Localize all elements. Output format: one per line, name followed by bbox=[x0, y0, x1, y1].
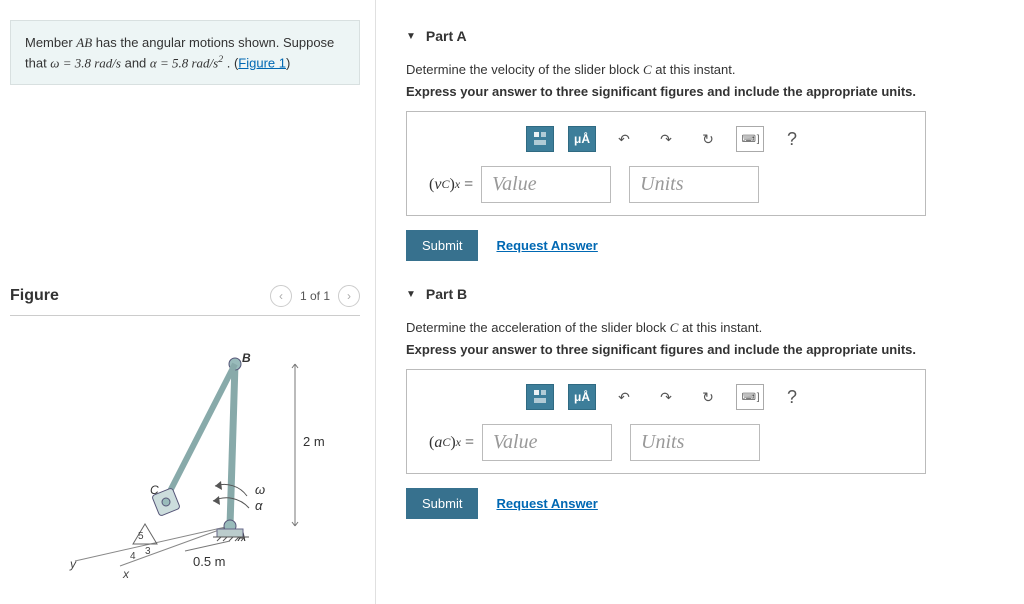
label-2m: 2 m bbox=[303, 434, 325, 449]
label-omega: ω bbox=[255, 482, 265, 497]
figure-nav-text: 1 of 1 bbox=[300, 289, 330, 303]
text: at this instant. bbox=[678, 320, 762, 335]
part-a-request-answer-link[interactable]: Request Answer bbox=[496, 238, 597, 253]
part-a-value-input[interactable]: Value bbox=[481, 166, 611, 203]
var-c: C bbox=[643, 62, 652, 77]
figure-image: y x 5 3 4 B A C bbox=[10, 336, 360, 586]
part-b-lhs: (aC)x = bbox=[421, 424, 482, 461]
undo-button[interactable]: ↶ bbox=[610, 384, 638, 410]
part-a: ▼ Part A Determine the velocity of the s… bbox=[406, 28, 1004, 261]
fraction-tool-button[interactable] bbox=[526, 384, 554, 410]
figure-title: Figure bbox=[10, 287, 59, 305]
units-tool-button[interactable]: μÅ bbox=[568, 126, 596, 152]
redo-button[interactable]: ↷ bbox=[652, 126, 680, 152]
part-a-instructions: Express your answer to three significant… bbox=[406, 84, 1004, 99]
label-x: x bbox=[122, 567, 130, 581]
part-b-value-input[interactable]: Value bbox=[482, 424, 612, 461]
alpha-eq: α = 5.8 rad/s bbox=[150, 55, 218, 70]
text: Member bbox=[25, 35, 76, 50]
collapse-icon[interactable]: ▼ bbox=[406, 289, 416, 300]
keyboard-button[interactable]: ⌨ ] bbox=[736, 126, 764, 152]
text: . ( bbox=[223, 55, 238, 70]
part-b-title: Part B bbox=[426, 286, 467, 302]
part-a-lhs: (vC)x = bbox=[421, 166, 481, 203]
label-4: 4 bbox=[130, 551, 136, 562]
text: ) bbox=[286, 55, 290, 70]
help-button[interactable]: ? bbox=[778, 126, 806, 152]
omega-eq: ω = 3.8 rad/s bbox=[50, 55, 121, 70]
label-05m: 0.5 m bbox=[193, 554, 226, 569]
text: at this instant. bbox=[652, 62, 736, 77]
part-b: ▼ Part B Determine the acceleration of t… bbox=[406, 286, 1004, 519]
part-b-units-input[interactable]: Units bbox=[630, 424, 760, 461]
figure-link[interactable]: Figure 1 bbox=[238, 55, 286, 70]
figure-prev-button[interactable]: ‹ bbox=[270, 285, 292, 307]
undo-button[interactable]: ↶ bbox=[610, 126, 638, 152]
label-5: 5 bbox=[138, 531, 144, 542]
part-b-submit-button[interactable]: Submit bbox=[406, 488, 478, 519]
part-a-units-input[interactable]: Units bbox=[629, 166, 759, 203]
label-y: y bbox=[69, 557, 77, 571]
collapse-icon[interactable]: ▼ bbox=[406, 31, 416, 42]
help-button[interactable]: ? bbox=[778, 384, 806, 410]
text: and bbox=[121, 55, 150, 70]
label-C: C bbox=[150, 483, 159, 497]
reset-button[interactable]: ↻ bbox=[694, 384, 722, 410]
part-a-submit-button[interactable]: Submit bbox=[406, 230, 478, 261]
var-ab: AB bbox=[76, 35, 92, 50]
label-alpha: α bbox=[255, 498, 263, 513]
fraction-tool-button[interactable] bbox=[526, 126, 554, 152]
part-a-answer-box: μÅ ↶ ↷ ↻ ⌨ ] ? (vC)x = Value Units bbox=[406, 111, 926, 216]
units-tool-button[interactable]: μÅ bbox=[568, 384, 596, 410]
figure-next-button[interactable]: › bbox=[338, 285, 360, 307]
redo-button[interactable]: ↷ bbox=[652, 384, 680, 410]
part-b-request-answer-link[interactable]: Request Answer bbox=[496, 496, 597, 511]
keyboard-button[interactable]: ⌨ ] bbox=[736, 384, 764, 410]
part-b-instructions: Express your answer to three significant… bbox=[406, 342, 1004, 357]
text: Determine the acceleration of the slider… bbox=[406, 320, 670, 335]
label-B: B bbox=[242, 351, 251, 365]
label-3: 3 bbox=[145, 546, 151, 557]
mechanism-diagram: y x 5 3 4 B A C bbox=[35, 346, 335, 586]
part-a-title: Part A bbox=[426, 28, 467, 44]
text: Determine the velocity of the slider blo… bbox=[406, 62, 643, 77]
part-b-answer-box: μÅ ↶ ↷ ↻ ⌨ ] ? (aC)x = Value Units bbox=[406, 369, 926, 474]
problem-statement: Member AB has the angular motions shown.… bbox=[10, 20, 360, 85]
reset-button[interactable]: ↻ bbox=[694, 126, 722, 152]
